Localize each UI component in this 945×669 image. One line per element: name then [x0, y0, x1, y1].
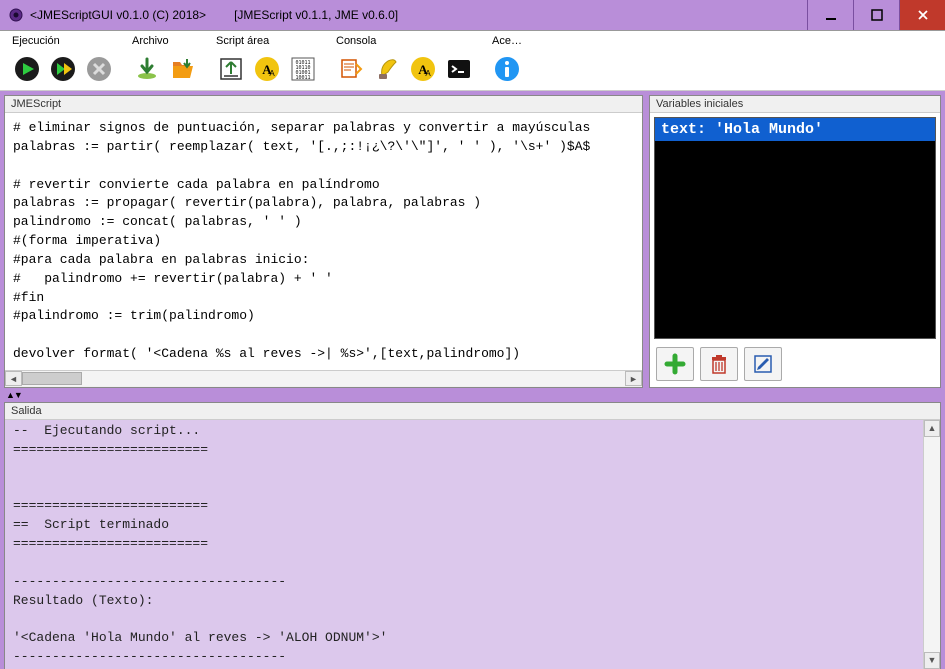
toolbar-label: Ace…	[488, 33, 526, 50]
toolbar-label: Archivo	[128, 33, 202, 50]
run-button[interactable]	[10, 52, 44, 86]
variables-panel: Variables iniciales text: 'Hola Mundo'	[649, 95, 941, 388]
splitter-handle[interactable]: ▲▼	[4, 390, 941, 400]
close-button[interactable]	[899, 0, 945, 30]
scroll-up-icon[interactable]: ▲	[924, 420, 940, 437]
svg-text:A: A	[425, 69, 431, 78]
script-panel-title: JMEScript	[5, 96, 642, 113]
svg-text:10011: 10011	[295, 75, 310, 81]
run-step-button[interactable]	[46, 52, 80, 86]
scroll-left-icon[interactable]: ◄	[5, 371, 22, 386]
script-panel: JMEScript # eliminar signos de puntuació…	[4, 95, 643, 388]
scroll-right-icon[interactable]: ►	[625, 371, 642, 386]
titlebar[interactable]: <JMEScriptGUI v0.1.0 (C) 2018> [JMEScrip…	[0, 0, 945, 30]
binary-button[interactable]: 01011101100100110011	[286, 52, 320, 86]
title-sub: [JMEScript v0.1.1, JME v0.6.0]	[234, 8, 398, 22]
content-area: JMEScript # eliminar signos de puntuació…	[0, 91, 945, 669]
open-button[interactable]	[166, 52, 200, 86]
delete-variable-button[interactable]	[700, 347, 738, 381]
toolbar-group-script: Script área AA 01011101100100110011	[212, 33, 322, 90]
toolbar-label: Script área	[212, 33, 322, 50]
variable-row-selected[interactable]: text: 'Hola Mundo'	[655, 118, 935, 141]
output-panel: Salida -- Ejecutando script... =========…	[4, 402, 941, 669]
toolbar-group-ejecucion: Ejecución	[8, 33, 118, 90]
output-panel-title: Salida	[5, 403, 940, 420]
minimize-button[interactable]	[807, 0, 853, 30]
variables-list[interactable]: text: 'Hola Mundo'	[654, 117, 936, 339]
stop-button[interactable]	[82, 52, 116, 86]
edit-variable-button[interactable]	[744, 347, 782, 381]
toolbar-group-ace: Ace…	[488, 33, 526, 90]
output-console[interactable]: -- Ejecutando script... ================…	[5, 420, 923, 669]
font-button[interactable]: AA	[250, 52, 284, 86]
app-icon	[8, 7, 24, 23]
scroll-down-icon[interactable]: ▼	[924, 652, 940, 669]
script-editor[interactable]: # eliminar signos de puntuación, separar…	[5, 113, 642, 370]
toolbar: Ejecución Archivo Script área AA 0101110…	[0, 30, 945, 91]
script-export-button[interactable]	[214, 52, 248, 86]
copy-button[interactable]	[334, 52, 368, 86]
toolbar-label: Ejecución	[8, 33, 118, 50]
script-hscrollbar[interactable]: ◄ ►	[5, 370, 642, 387]
svg-text:A: A	[269, 69, 275, 78]
clear-button[interactable]	[370, 52, 404, 86]
toolbar-group-consola: Consola AA	[332, 33, 478, 90]
maximize-button[interactable]	[853, 0, 899, 30]
title-main: <JMEScriptGUI v0.1.0 (C) 2018>	[30, 8, 206, 22]
add-variable-button[interactable]	[656, 347, 694, 381]
scroll-thumb[interactable]	[22, 372, 82, 385]
output-vscrollbar[interactable]: ▲ ▼	[923, 420, 940, 669]
toolbar-label: Consola	[332, 33, 478, 50]
info-button[interactable]	[490, 52, 524, 86]
variables-panel-title: Variables iniciales	[650, 96, 940, 113]
console-font-button[interactable]: AA	[406, 52, 440, 86]
toolbar-group-archivo: Archivo	[128, 33, 202, 90]
app-window: <JMEScriptGUI v0.1.0 (C) 2018> [JMEScrip…	[0, 0, 945, 669]
terminal-button[interactable]	[442, 52, 476, 86]
save-button[interactable]	[130, 52, 164, 86]
